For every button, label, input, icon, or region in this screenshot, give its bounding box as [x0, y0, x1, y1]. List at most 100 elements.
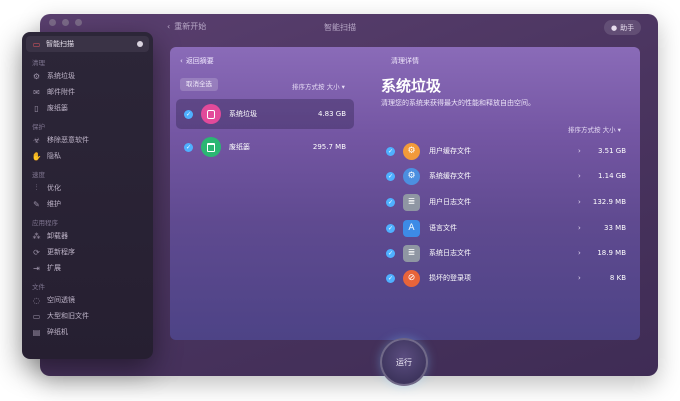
file-row-name: 系统日志文件 [429, 249, 471, 257]
checkmark-icon[interactable]: ✓ [386, 171, 395, 181]
sidebar-item-label: 隐私 [47, 152, 61, 160]
file-row-name: 用户日志文件 [429, 198, 471, 206]
run-button[interactable]: 运行 [380, 338, 428, 386]
lens-icon: ◌ [33, 295, 40, 305]
sidebar-item-label: 空间透镜 [47, 296, 75, 304]
assistant-button[interactable]: ● 助手 [604, 20, 642, 35]
sidebar-item-label: 卸载器 [47, 232, 68, 240]
chevron-right-icon[interactable]: › [578, 224, 581, 232]
user-cache-icon: ⚙ [403, 142, 420, 160]
file-row-broken-login-items[interactable]: ✓ ⊘ 损坏的登录项 › 8 KB [386, 267, 630, 289]
biohazard-icon: ☣ [32, 135, 41, 145]
file-row-user-log[interactable]: ✓ ≣ 用户日志文件 › 132.9 MB [386, 191, 630, 213]
chevron-right-icon[interactable]: › [578, 274, 581, 282]
detail-title: 系统垃圾 [381, 77, 442, 95]
chevron-right-icon[interactable]: › [578, 249, 581, 257]
chevron-right-icon[interactable]: › [578, 198, 581, 206]
broken-login-icon: ⊘ [403, 269, 420, 287]
sidebar: ▭ 智能扫描 清理 ⚙ 系统垃圾 ✉ 邮件附件 ▯ 废纸篓 保护 ☣ 移除恶意软件 ✋ 隐… [22, 32, 153, 359]
checkmark-icon[interactable]: ✓ [386, 223, 395, 233]
sort-label: 排序方式按 大小 [568, 126, 616, 134]
sidebar-item-shredder[interactable]: ▤ 碎纸机 [26, 324, 149, 340]
category-row-system-junk[interactable]: ✓ 系统垃圾 4.83 GB [176, 99, 354, 129]
file-row-name: 系统缓存文件 [429, 172, 471, 180]
sliders-icon: ⫶ [35, 183, 38, 192]
file-row-size: 1.14 GB [597, 172, 626, 180]
checkmark-icon[interactable]: ✓ [184, 142, 193, 152]
checkmark-icon[interactable]: ✓ [386, 248, 395, 258]
restart-label: 重新开始 [174, 22, 207, 31]
chevron-left-icon: ‹ [167, 22, 171, 31]
sidebar-item-optimization[interactable]: ⫶ 优化 [26, 180, 149, 196]
sidebar-item-label: 移除恶意软件 [47, 136, 89, 144]
file-row-size: 132.9 MB [592, 198, 626, 206]
sidebar-section-title: 速度 [32, 171, 45, 179]
checkmark-icon[interactable]: ✓ [386, 273, 395, 283]
file-row-system-cache[interactable]: ✓ ⚙ 系统缓存文件 › 1.14 GB [386, 165, 630, 187]
sidebar-item-space-lens[interactable]: ◌ 空间透镜 [26, 292, 149, 308]
uninstaller-icon: ⁂ [32, 231, 41, 241]
file-row-size: 18.9 MB [597, 249, 626, 257]
system-log-icon: ≣ [403, 244, 420, 262]
user-log-icon: ≣ [403, 193, 420, 211]
category-sort-dropdown[interactable]: 排序方式按 大小 ▾ [292, 81, 345, 91]
category-size: 4.83 GB [317, 110, 346, 118]
checkmark-icon[interactable]: ✓ [386, 197, 395, 207]
file-row-user-cache[interactable]: ✓ ⚙ 用户缓存文件 › 3.51 GB [386, 140, 630, 162]
minimize-window-button[interactable] [62, 19, 69, 26]
language-file-icon: A [403, 219, 420, 237]
checkmark-icon[interactable]: ✓ [184, 109, 193, 119]
sidebar-item-trash[interactable]: ▯ 废纸篓 [26, 100, 149, 116]
close-window-button[interactable] [49, 19, 56, 26]
restart-button[interactable]: ‹ 重新开始 [167, 21, 206, 32]
sidebar-item-updater[interactable]: ⟳ 更新程序 [26, 244, 149, 260]
update-icon: ⟳ [33, 247, 40, 257]
file-row-system-log[interactable]: ✓ ≣ 系统日志文件 › 18.9 MB [386, 242, 630, 264]
chevron-right-icon[interactable]: › [578, 172, 581, 180]
sidebar-section-title: 应用程序 [32, 219, 58, 227]
detail-description: 清理您的系统来获得最大的性能和释放自由空间。 [381, 99, 535, 107]
window-controls [49, 19, 82, 26]
sidebar-section-title: 文件 [32, 283, 45, 291]
sidebar-item-label: 优化 [47, 184, 61, 192]
mail-icon: ✉ [33, 87, 40, 97]
sidebar-item-privacy[interactable]: ✋ 隐私 [26, 148, 149, 164]
trash-bin-glyph [207, 142, 215, 152]
gear-icon: ⚙ [32, 71, 41, 81]
sidebar-item-mail-attachments[interactable]: ✉ 邮件附件 [26, 84, 149, 100]
extension-icon: ⇥ [33, 263, 40, 273]
file-row-name: 用户缓存文件 [429, 147, 471, 155]
shredder-icon: ▤ [32, 327, 41, 337]
sidebar-item-extensions[interactable]: ⇥ 扩展 [26, 260, 149, 276]
item-sort-dropdown[interactable]: 排序方式按 大小 ▾ [568, 124, 621, 134]
category-row-trash[interactable]: ✓ 废纸篓 295.7 MB [176, 132, 354, 162]
sidebar-section-title: 清理 [32, 59, 45, 67]
file-row-size: 8 KB [609, 274, 626, 282]
assistant-icon: ● [611, 23, 618, 32]
sidebar-item-label: 邮件附件 [47, 88, 75, 96]
sidebar-item-label: 废纸篓 [47, 104, 68, 112]
file-row-size: 3.51 GB [597, 147, 626, 155]
sidebar-item-label: 大型和旧文件 [47, 312, 89, 320]
system-junk-icon [201, 104, 221, 124]
trash-bin-icon [201, 137, 221, 157]
panel-title: 清理详情 [391, 57, 419, 65]
zoom-window-button[interactable] [75, 19, 82, 26]
sidebar-item-maintenance[interactable]: ✎ 维护 [26, 196, 149, 212]
deselect-all-button[interactable]: 取消全选 [180, 78, 218, 91]
file-row-name: 语言文件 [429, 224, 457, 232]
sidebar-item-malware-removal[interactable]: ☣ 移除恶意软件 [26, 132, 149, 148]
sidebar-item-system-junk[interactable]: ⚙ 系统垃圾 [26, 68, 149, 84]
sidebar-item-uninstaller[interactable]: ⁂ 卸载器 [26, 228, 149, 244]
cleanup-details-panel: ‹ 返回摘要 清理详情 取消全选 排序方式按 大小 ▾ ✓ 系统垃圾 4.83 … [170, 47, 640, 340]
app-stage: ‹ 重新开始 智能扫描 ● 助手 ▭ 智能扫描 清理 ⚙ 系统垃圾 ✉ 邮件附件 ▯… [0, 0, 680, 401]
file-row-language-files[interactable]: ✓ A 语言文件 › 33 MB [386, 217, 630, 239]
sidebar-item-label: 扩展 [47, 264, 61, 272]
sidebar-item-label: 碎纸机 [47, 328, 68, 336]
sidebar-item-large-old-files[interactable]: ▭ 大型和旧文件 [26, 308, 149, 324]
sidebar-item-smart-scan[interactable]: ▭ 智能扫描 [26, 36, 149, 52]
file-row-size: 33 MB [604, 224, 626, 232]
sidebar-item-label: 智能扫描 [46, 40, 74, 48]
checkmark-icon[interactable]: ✓ [386, 146, 395, 156]
chevron-right-icon[interactable]: › [578, 147, 581, 155]
